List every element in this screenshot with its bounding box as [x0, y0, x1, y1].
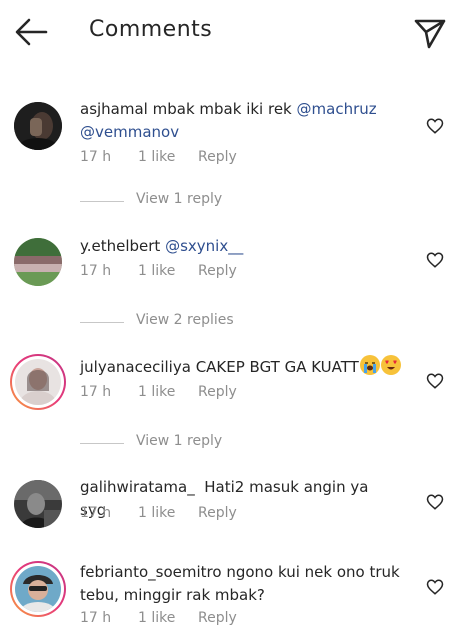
heart-icon[interactable] [426, 372, 444, 390]
mention-link[interactable]: @vemmanov [80, 123, 179, 141]
comment-username[interactable]: asjhamal [80, 100, 148, 118]
comment-time: 17 h [80, 263, 112, 279]
avatar[interactable] [14, 238, 62, 286]
avatar-image [14, 102, 62, 150]
comment-likes[interactable]: 1 like [138, 149, 175, 165]
reply-button[interactable]: Reply [198, 610, 237, 626]
reply-button[interactable]: Reply [198, 263, 237, 279]
avatar-story-ring[interactable] [10, 561, 66, 617]
avatar-image [15, 359, 61, 405]
comment-body: CAKEP BGT GA KUATT [195, 358, 359, 376]
avatar [15, 359, 61, 405]
avatar-story-ring[interactable] [10, 354, 66, 410]
reply-button[interactable]: Reply [198, 505, 237, 521]
send-icon[interactable] [412, 14, 448, 50]
page-title: Comments [89, 17, 213, 42]
avatar[interactable] [14, 480, 62, 528]
heart-eyes-face-icon [380, 355, 401, 375]
avatar-image [14, 238, 62, 286]
comment-text: y.ethelbert @sxynix__ [80, 235, 380, 258]
comment-text: julyanaceciliya CAKEP BGT GA KUATT [80, 355, 420, 379]
divider-line [80, 443, 124, 444]
view-replies-label[interactable]: View 2 replies [136, 312, 234, 328]
divider-line [80, 322, 124, 323]
avatar [15, 566, 61, 612]
avatar-image [15, 566, 61, 612]
avatar-image [14, 480, 62, 528]
top-bar: Comments [0, 0, 462, 64]
mention-link[interactable]: @machruz [297, 100, 377, 118]
comment-likes[interactable]: 1 like [138, 384, 175, 400]
comment-likes[interactable]: 1 like [138, 263, 175, 279]
reply-button[interactable]: Reply [198, 149, 237, 165]
comment-username[interactable]: febrianto_soemitro [80, 563, 222, 581]
comment-text: asjhamal mbak mbak iki rek @machruz @vem… [80, 98, 380, 144]
comment-likes[interactable]: 1 like [138, 505, 175, 521]
comment-username[interactable]: y.ethelbert [80, 237, 160, 255]
comment-body: mbak mbak iki rek [152, 100, 292, 118]
reply-button[interactable]: Reply [198, 384, 237, 400]
heart-icon[interactable] [426, 117, 444, 135]
heart-icon[interactable] [426, 251, 444, 269]
comment-username[interactable]: julyanaceciliya [80, 358, 191, 376]
heart-icon[interactable] [426, 578, 444, 596]
comment-time: 17 h [80, 149, 112, 165]
loudly-crying-face-icon [359, 355, 380, 375]
avatar[interactable] [14, 102, 62, 150]
view-replies-label[interactable]: View 1 reply [136, 433, 222, 449]
comment-time: 17 h [80, 610, 112, 626]
comment-time: 17 h [80, 384, 112, 400]
back-arrow-icon[interactable] [12, 15, 50, 49]
comment-text: febrianto_soemitro ngono kui nek ono tru… [80, 561, 410, 607]
comment-likes[interactable]: 1 like [138, 610, 175, 626]
heart-icon[interactable] [426, 493, 444, 511]
comment-time: 17 h [80, 505, 112, 521]
mention-link[interactable]: @sxynix__ [165, 237, 243, 255]
view-replies-label[interactable]: View 1 reply [136, 191, 222, 207]
comment-username[interactable]: galihwiratama_ [80, 478, 195, 496]
divider-line [80, 201, 124, 202]
